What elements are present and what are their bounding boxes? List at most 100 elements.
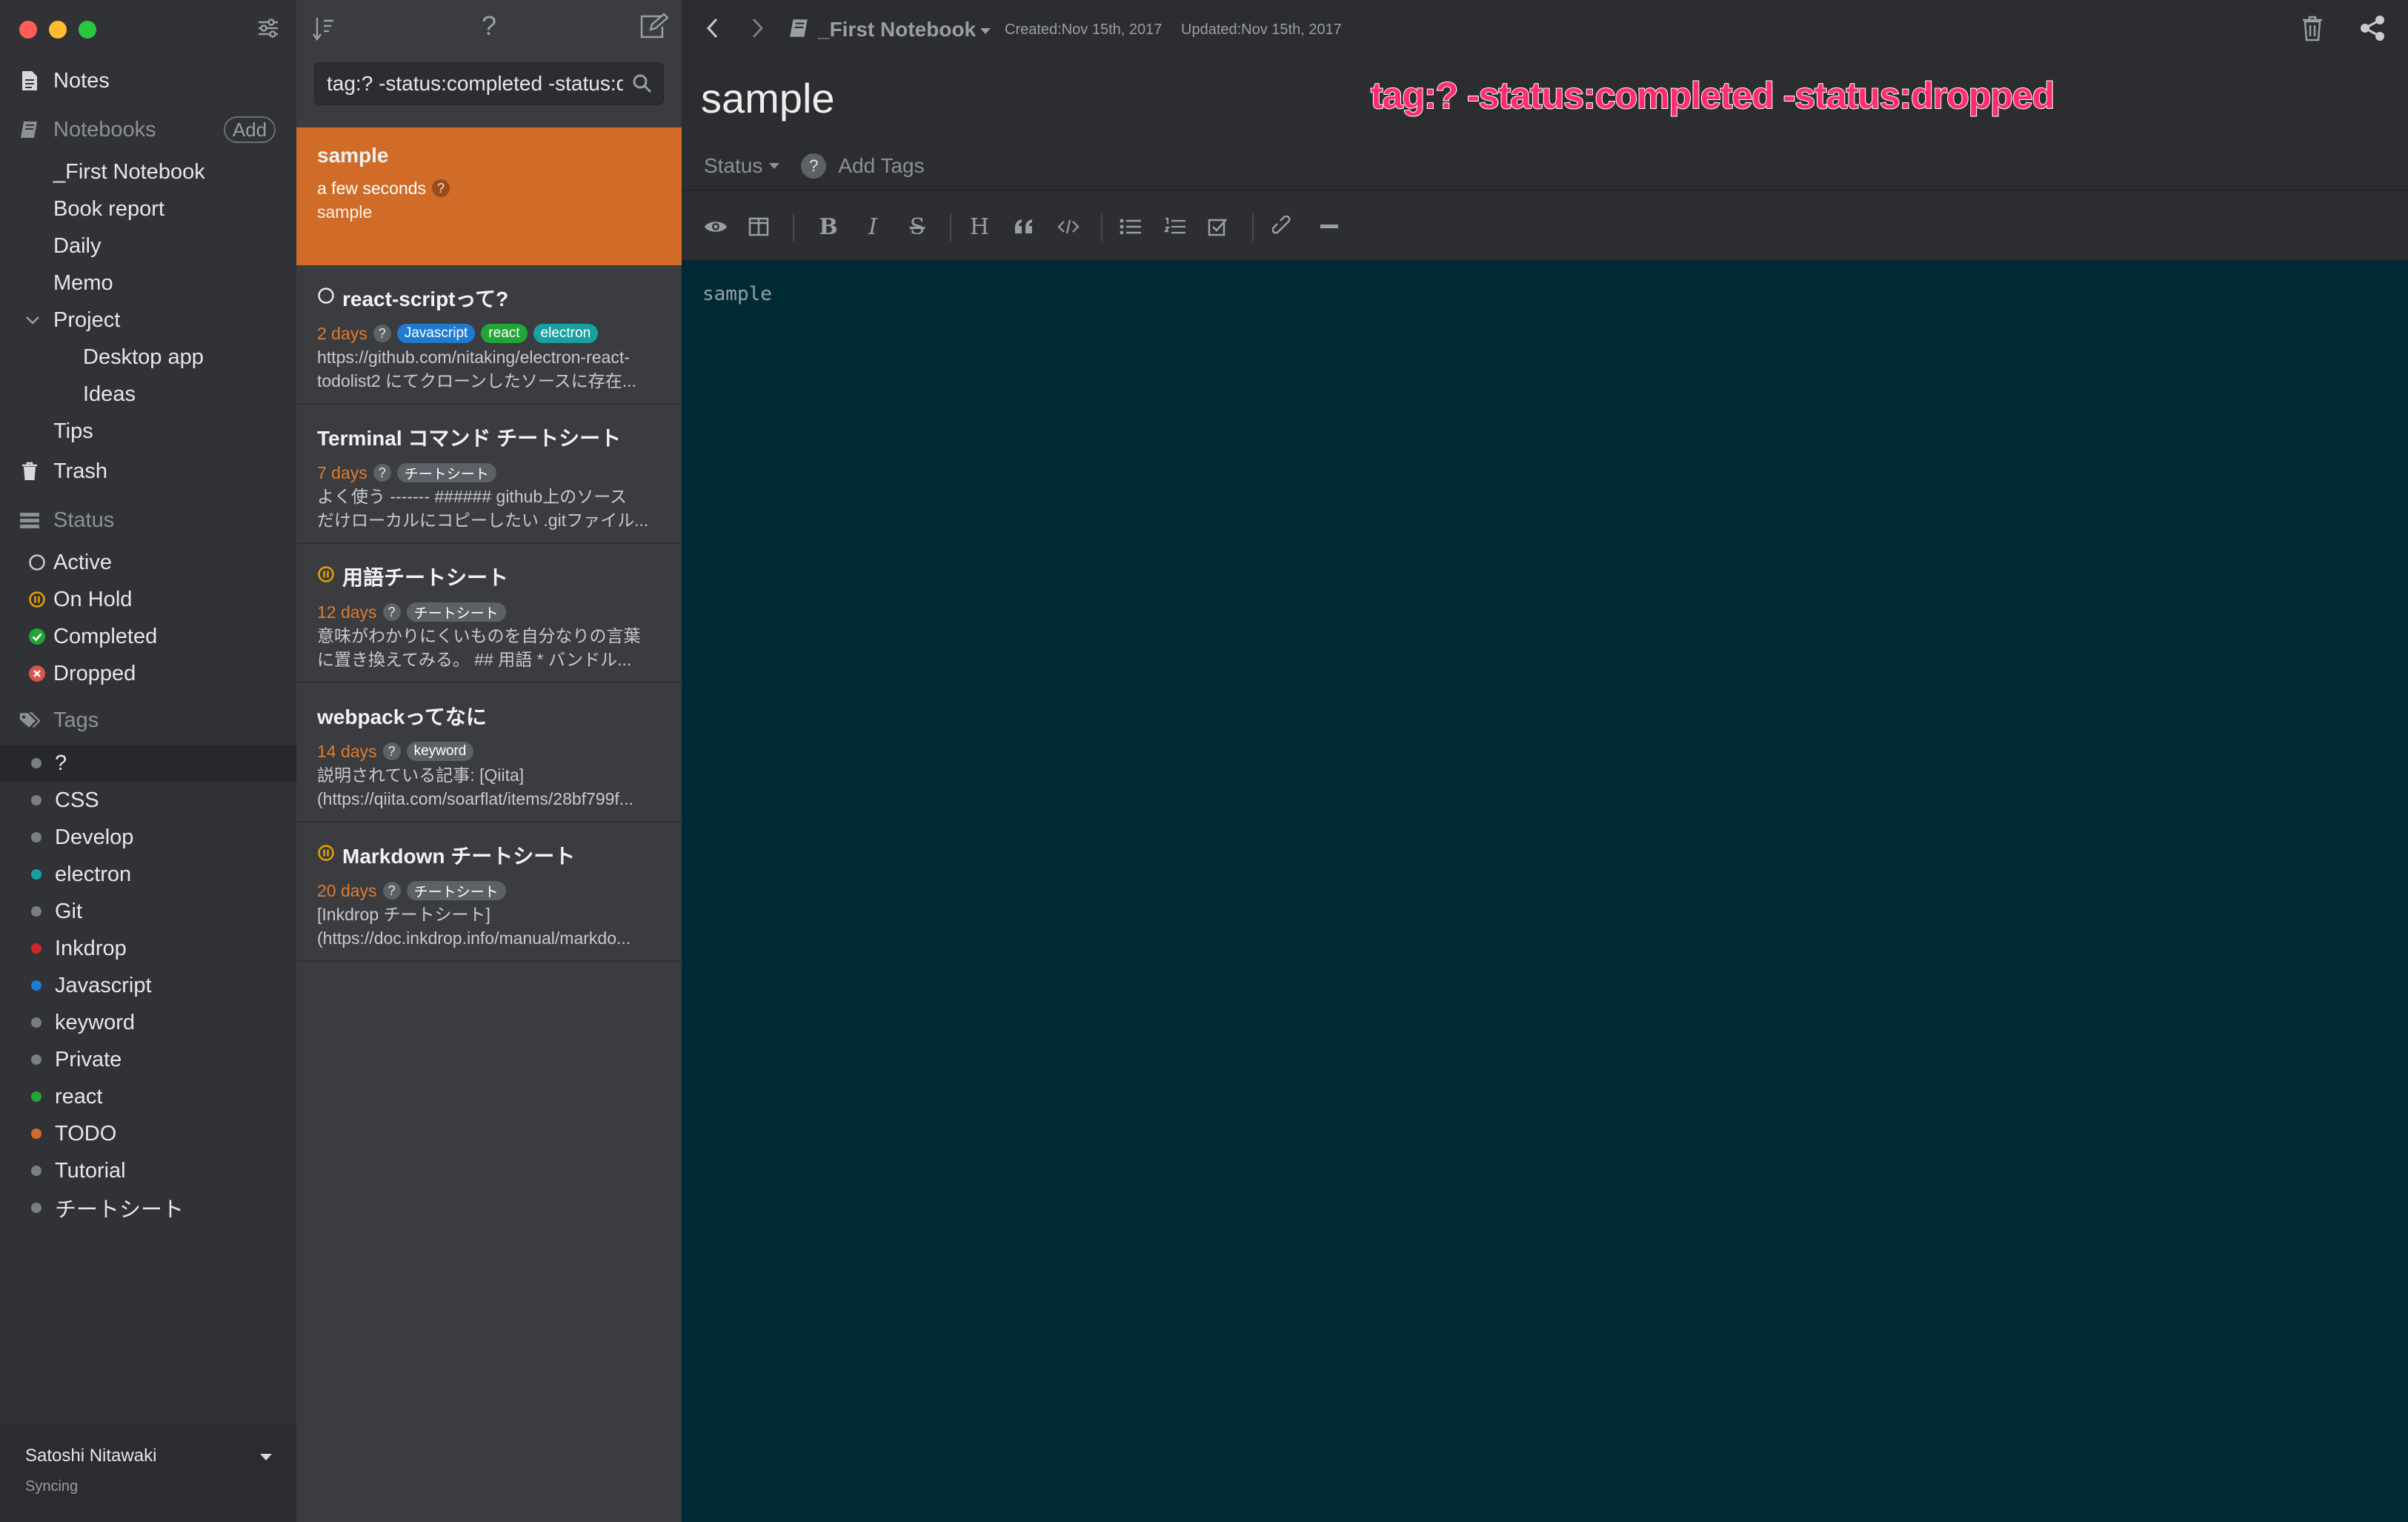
sidebar-item-tag[interactable]: Inkdrop — [0, 930, 296, 967]
sidebar-item-notebook[interactable]: Book report — [0, 190, 296, 227]
editor-content[interactable]: sample — [682, 261, 2408, 1522]
caret-down-icon[interactable] — [259, 1452, 273, 1465]
sidebar-item-status-dropped[interactable]: Dropped — [0, 655, 296, 692]
chevron-down-icon[interactable] — [22, 310, 43, 330]
note-updated-time: 2 days — [317, 323, 367, 343]
note-preview: だけローカルにコピーしたい .gitファイル... — [317, 511, 649, 530]
sidebar-item-tag[interactable]: Tutorial — [0, 1152, 296, 1189]
sidebar-item-tag[interactable]: Javascript — [0, 967, 296, 1004]
heading-icon[interactable]: H — [966, 213, 993, 240]
bullet-list-icon[interactable] — [1117, 213, 1144, 240]
sidebar-item-notes[interactable]: Notes — [0, 62, 296, 99]
note-list-item[interactable]: webpackってなに 14 days? keyword 説明されている記事: [… — [296, 685, 682, 823]
help-button[interactable]: ? — [482, 10, 496, 41]
sidebar-item-trash[interactable]: Trash — [0, 453, 296, 490]
sort-icon[interactable] — [312, 16, 335, 45]
window-close-button[interactable] — [19, 21, 37, 39]
sidebar-item-tag[interactable]: electron — [0, 856, 296, 893]
search-icon[interactable] — [632, 73, 653, 98]
sidebar-item-notebook[interactable]: Tips — [0, 413, 296, 450]
question-status-icon: ? — [382, 603, 401, 621]
sidebar-item-notebook[interactable]: Desktop app — [0, 339, 296, 376]
sidebar-item-label: keyword — [55, 1010, 135, 1034]
tag-color-dot — [31, 832, 41, 843]
new-note-icon[interactable] — [639, 13, 669, 44]
sidebar-item-notebook[interactable]: Ideas — [0, 376, 296, 413]
bold-icon[interactable]: B — [815, 213, 842, 240]
tag-chip[interactable]: チートシート — [396, 463, 496, 482]
tag-chip[interactable]: electron — [533, 324, 599, 343]
sidebar-item-label: Develop — [55, 825, 134, 849]
note-list-item[interactable]: 用語チートシート 12 days? チートシート 意味がわかりにくいものを自分なり… — [296, 545, 682, 683]
tag-chip[interactable]: react — [481, 324, 528, 343]
forward-icon[interactable] — [750, 16, 765, 45]
tag-chip[interactable]: keyword — [406, 742, 474, 761]
sidebar-item-label: Project — [53, 308, 121, 332]
window-minimize-button[interactable] — [49, 21, 67, 39]
note-preview: todolist2 にてクローンしたソースに存在... — [317, 371, 636, 391]
eye-icon[interactable] — [702, 213, 729, 240]
sidebar-item-tag[interactable]: TODO — [0, 1115, 296, 1152]
sidebar-item-notebook[interactable]: _First Notebook — [0, 153, 296, 190]
sidebar-item-tag[interactable]: ? — [0, 745, 296, 782]
sidebar-item-notebook[interactable]: Memo — [0, 265, 296, 302]
sidebar-item-notebook[interactable]: Daily — [0, 227, 296, 265]
share-icon[interactable] — [2359, 15, 2386, 47]
account-footer[interactable]: Satoshi Nitawaki Syncing — [0, 1424, 296, 1522]
trash-icon[interactable] — [2301, 15, 2324, 47]
status-dropdown[interactable]: Status — [704, 154, 780, 178]
add-tags-input[interactable]: Add Tags — [838, 154, 924, 178]
sidebar-item-notebook[interactable]: Project — [0, 302, 296, 339]
sidebar-item-tag[interactable]: Develop — [0, 819, 296, 856]
editor-text[interactable]: sample — [702, 283, 772, 305]
quote-icon[interactable] — [1011, 213, 1037, 240]
status-list-icon — [19, 510, 40, 531]
tag-chip[interactable]: チートシート — [406, 602, 506, 622]
note-list-item[interactable]: react-scriptって? 2 days? Javascript react el… — [296, 267, 682, 405]
sidebar: Notes Notebooks Add _First Notebook Book… — [0, 0, 296, 1522]
sidebar-item-tag[interactable]: keyword — [0, 1004, 296, 1041]
tag-color-dot — [31, 1203, 41, 1213]
code-icon[interactable] — [1055, 213, 1082, 240]
tag-color-dot — [31, 795, 41, 805]
tag-color-dot — [31, 758, 41, 768]
window-maximize-button[interactable] — [79, 21, 96, 39]
note-title: Markdown チートシート — [342, 845, 576, 868]
sidebar-item-status-active[interactable]: Active — [0, 544, 296, 581]
sidebar-item-tag[interactable]: チートシート — [0, 1189, 296, 1226]
note-preview: [Inkdrop チートシート] — [317, 905, 490, 924]
split-view-icon[interactable] — [745, 213, 772, 240]
sidebar-item-status-completed[interactable]: Completed — [0, 618, 296, 655]
tag-chip[interactable]: Javascript — [396, 324, 476, 343]
sidebar-item-tag[interactable]: react — [0, 1078, 296, 1115]
link-icon[interactable] — [1270, 213, 1297, 240]
numbered-list-icon[interactable] — [1162, 213, 1188, 240]
caret-down-icon[interactable] — [980, 25, 991, 39]
note-list-item[interactable]: Terminal コマンド チートシート 7 days? チートシート よく使う … — [296, 406, 682, 544]
note-list-item[interactable]: sample a few seconds? sample — [296, 127, 682, 265]
sliders-icon[interactable] — [256, 16, 280, 40]
horizontal-rule-icon[interactable] — [1316, 213, 1343, 240]
italic-icon[interactable]: I — [859, 213, 886, 240]
tag-color-dot — [31, 1091, 41, 1102]
sidebar-item-label: CSS — [55, 788, 99, 812]
note-list-item[interactable]: Markdown チートシート 20 days? チートシート [Inkdrop … — [296, 824, 682, 962]
sidebar-item-label: Private — [55, 1047, 122, 1071]
sidebar-item-status-onhold[interactable]: On Hold — [0, 581, 296, 618]
notebook-selector[interactable]: _First Notebook — [818, 18, 976, 41]
task-list-icon[interactable] — [1205, 213, 1231, 240]
sidebar-item-tag[interactable]: CSS — [0, 782, 296, 819]
note-title-input[interactable]: sample — [701, 74, 835, 122]
tag-chip[interactable]: チートシート — [406, 881, 506, 900]
sidebar-item-tag[interactable]: Private — [0, 1041, 296, 1078]
add-notebook-button[interactable]: Add — [224, 116, 276, 143]
tag-color-dot — [31, 906, 41, 917]
sidebar-item-tag[interactable]: Git — [0, 893, 296, 930]
back-icon[interactable] — [705, 16, 720, 45]
user-name: Satoshi Nitawaki — [25, 1446, 157, 1466]
search-input[interactable] — [327, 69, 623, 99]
sidebar-item-label: Active — [53, 550, 112, 574]
strikethrough-icon[interactable]: S — [904, 213, 931, 240]
note-updated-time: a few seconds — [317, 178, 427, 198]
pause-circle-icon — [317, 843, 335, 867]
